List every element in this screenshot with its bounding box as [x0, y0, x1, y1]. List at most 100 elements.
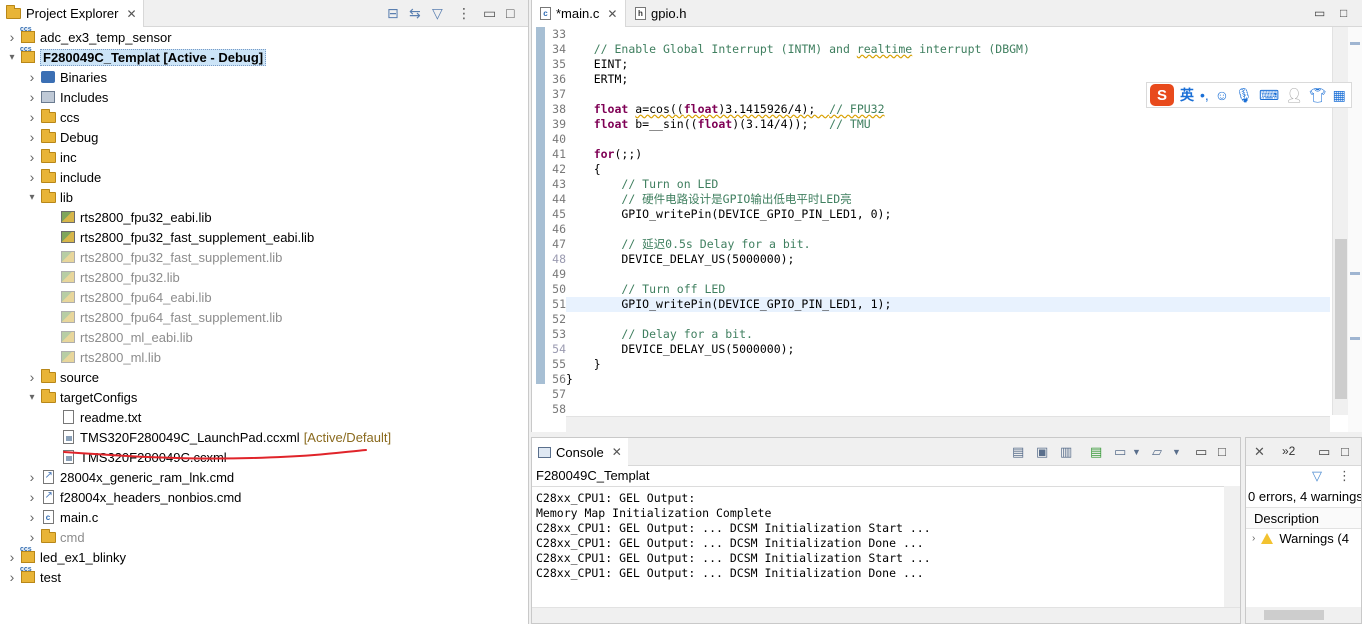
skin-icon[interactable]: 👕︎: [1309, 87, 1327, 104]
ime-toolbar[interactable]: S 英 •, ☺ 🎙︎ ⌨ 👤︎ 👕︎ ▦: [1146, 82, 1352, 108]
code-line[interactable]: [566, 27, 1330, 42]
chevron-right-icon[interactable]: ›: [26, 69, 38, 85]
tree-item[interactable]: rts2800_fpu32.lib: [0, 267, 528, 287]
code-line[interactable]: GPIO_writePin(DEVICE_GPIO_PIN_LED1, 0);: [566, 207, 1330, 222]
code-line[interactable]: [566, 222, 1330, 237]
view-menu-icon[interactable]: ⋮: [457, 5, 471, 22]
close-icon[interactable]: ✕: [1254, 444, 1265, 460]
chevron-right-icon[interactable]: ›: [26, 129, 38, 145]
project-explorer-tab[interactable]: Project Explorer ✕: [0, 0, 144, 27]
open-console-icon[interactable]: ▱: [1152, 444, 1162, 460]
tree-item[interactable]: › cmd: [0, 527, 528, 547]
tree-item[interactable]: › c main.c: [0, 507, 528, 527]
chevron-down-icon[interactable]: ▾: [6, 52, 18, 63]
code-line[interactable]: DEVICE_DELAY_US(5000000);: [566, 252, 1330, 267]
tab-main-c[interactable]: c *main.c ✕: [532, 0, 627, 27]
maximize-icon[interactable]: □: [1218, 444, 1226, 459]
code-line[interactable]: for(;;): [566, 147, 1330, 162]
tree-item[interactable]: readme.txt: [0, 407, 528, 427]
tree-item[interactable]: › source: [0, 367, 528, 387]
console-output[interactable]: C28xx_CPU1: GEL Output: Memory Map Initia…: [532, 486, 1224, 608]
code-line[interactable]: [566, 132, 1330, 147]
tree-item[interactable]: ▾ lib: [0, 187, 528, 207]
clear-console-icon[interactable]: ▤: [1012, 444, 1024, 460]
close-icon[interactable]: ✕: [612, 445, 622, 459]
keyboard-icon[interactable]: ⌨: [1259, 87, 1279, 104]
word-wrap-icon[interactable]: ▥: [1060, 444, 1072, 460]
description-column-header[interactable]: Description: [1246, 507, 1361, 529]
tree-item[interactable]: › ccs: [0, 107, 528, 127]
minimize-icon[interactable]: ▭: [1195, 444, 1207, 460]
tree-item[interactable]: › ccs led_ex1_blinky: [0, 546, 528, 567]
minimize-icon[interactable]: ▭: [1314, 6, 1325, 20]
code-line[interactable]: float b=__sin((float)(3.14/4)); // TMU: [566, 117, 1330, 132]
console-tab[interactable]: Console ✕: [532, 438, 628, 466]
code-line[interactable]: GPIO_writePin(DEVICE_GPIO_PIN_LED1, 1);: [566, 297, 1330, 312]
chevron-down-icon[interactable]: ▾: [26, 192, 38, 203]
punctuation-icon[interactable]: •,: [1200, 87, 1209, 103]
code-line[interactable]: [566, 402, 1330, 417]
view-menu-icon[interactable]: ⋮: [1338, 468, 1351, 484]
tab-gpio-h[interactable]: h gpio.h: [627, 0, 694, 27]
code-line[interactable]: // Turn on LED: [566, 177, 1330, 192]
maximize-icon[interactable]: □: [1340, 6, 1347, 20]
tree-item[interactable]: rts2800_ml_eabi.lib: [0, 327, 528, 347]
tree-item[interactable]: › include: [0, 167, 528, 187]
close-icon[interactable]: ✕: [607, 7, 617, 21]
filter-icon[interactable]: ▽: [432, 5, 443, 22]
maximize-icon[interactable]: □: [506, 5, 514, 21]
scrollbar-thumb[interactable]: [1335, 239, 1347, 399]
display-console-icon[interactable]: ▭: [1114, 444, 1126, 460]
chevron-right-icon[interactable]: ›: [26, 469, 38, 485]
tree-item[interactable]: TMS320F280049C_LaunchPad.ccxml [Active/De…: [0, 427, 528, 447]
tree-item[interactable]: ▾ targetConfigs: [0, 387, 528, 407]
tree-item[interactable]: rts2800_fpu32_eabi.lib: [0, 207, 528, 227]
code-line[interactable]: }: [566, 357, 1330, 372]
scrollbar-thumb[interactable]: [1264, 610, 1324, 620]
chevron-right-icon[interactable]: ›: [6, 569, 18, 585]
chevron-right-icon[interactable]: ›: [26, 369, 38, 385]
grid-icon[interactable]: ▦: [1333, 87, 1346, 104]
code-line[interactable]: [566, 387, 1330, 402]
tree-item[interactable]: ▾ ccs F280049C_Templat [Active - Debug]: [0, 46, 528, 67]
tree-item[interactable]: rts2800_ml.lib: [0, 347, 528, 367]
link-with-editor-icon[interactable]: ⇆: [409, 5, 421, 22]
code-line[interactable]: [566, 312, 1330, 327]
chevron-down-icon[interactable]: ▼: [1132, 447, 1141, 457]
warnings-group-row[interactable]: › Warnings (4: [1252, 531, 1349, 546]
chevron-right-icon[interactable]: ›: [1252, 533, 1255, 544]
console-horizontal-scrollbar[interactable]: [532, 607, 1240, 623]
tree-item[interactable]: › Binaries: [0, 67, 528, 87]
pin-console-icon[interactable]: ▤: [1090, 444, 1102, 460]
chevron-right-icon[interactable]: ›: [6, 29, 18, 45]
code-line[interactable]: [566, 267, 1330, 282]
tree-item[interactable]: › Includes: [0, 87, 528, 107]
chevron-down-icon[interactable]: ▼: [1172, 447, 1181, 457]
scroll-lock-icon[interactable]: ▣: [1036, 444, 1048, 460]
code-line[interactable]: // Enable Global Interrupt (INTM) and re…: [566, 42, 1330, 57]
sogou-logo-icon[interactable]: S: [1150, 84, 1174, 106]
tree-item[interactable]: › ccs adc_ex3_temp_sensor: [0, 27, 528, 47]
chevron-right-icon[interactable]: ›: [26, 529, 38, 545]
chevron-right-icon[interactable]: ›: [26, 89, 38, 105]
minimize-icon[interactable]: ▭: [1318, 444, 1330, 460]
maximize-icon[interactable]: □: [1341, 444, 1349, 459]
chevron-right-icon[interactable]: ›: [26, 149, 38, 165]
chevron-right-icon[interactable]: ›: [26, 169, 38, 185]
tree-item[interactable]: › ccs test: [0, 566, 528, 587]
collapse-all-icon[interactable]: ⊟: [387, 5, 399, 22]
close-icon[interactable]: ✕: [126, 7, 136, 21]
user-icon[interactable]: 👤︎: [1285, 87, 1303, 104]
emoji-icon[interactable]: ☺: [1215, 87, 1229, 103]
chevron-right-icon[interactable]: ›: [26, 489, 38, 505]
editor-horizontal-scrollbar[interactable]: [566, 416, 1330, 432]
console-vertical-scrollbar[interactable]: [1224, 486, 1240, 608]
tree-item[interactable]: rts2800_fpu32_fast_supplement.lib: [0, 247, 528, 267]
chevron-down-icon[interactable]: ▾: [26, 392, 38, 403]
tree-item[interactable]: rts2800_fpu64_eabi.lib: [0, 287, 528, 307]
tree-item[interactable]: › Debug: [0, 127, 528, 147]
microphone-icon[interactable]: 🎙︎: [1235, 87, 1253, 104]
tab-overflow-button[interactable]: »2: [1282, 444, 1295, 458]
code-line[interactable]: EINT;: [566, 57, 1330, 72]
code-line[interactable]: }: [566, 372, 1330, 387]
